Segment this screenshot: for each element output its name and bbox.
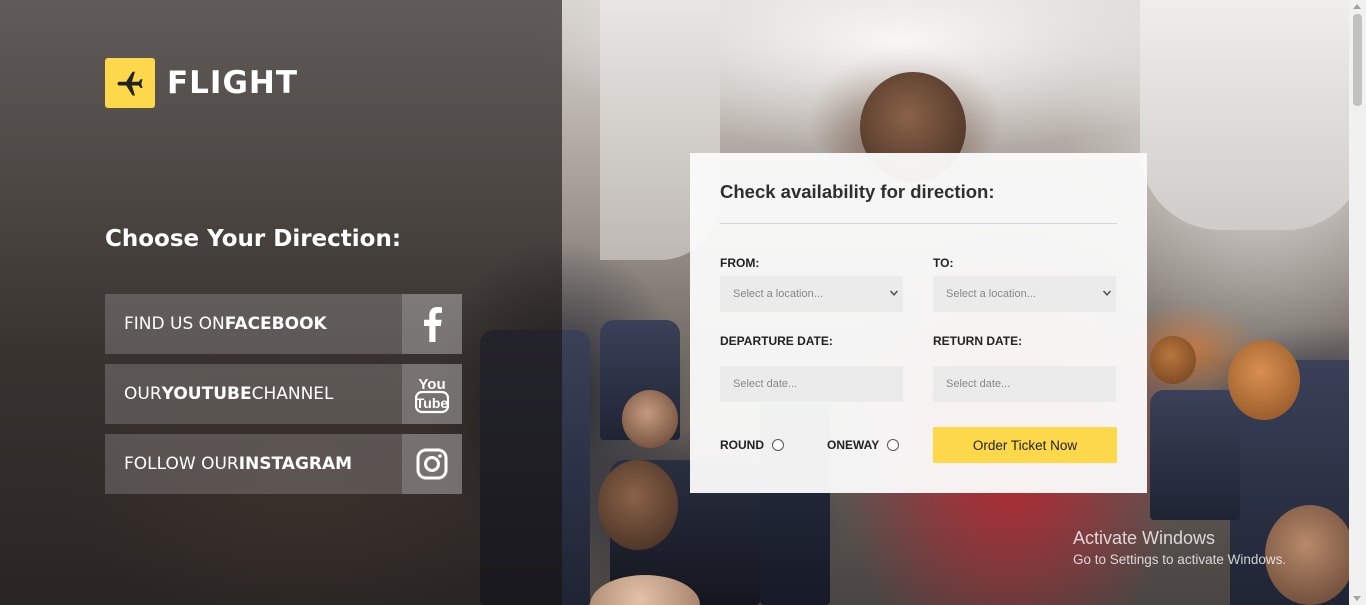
page-scrollbar[interactable] [1349, 0, 1366, 605]
facebook-icon [402, 294, 462, 354]
return-date-input[interactable]: Select date... [933, 366, 1116, 402]
availability-form-card: Check availability for direction: FROM: … [690, 153, 1147, 493]
brand-logo[interactable]: FLIGHT [105, 58, 298, 108]
form-title: Check availability for direction: [720, 181, 995, 202]
youtube-link[interactable]: OUR YOUTUBE CHANNEL You Tube [105, 364, 462, 424]
brand-name: FLIGHT [167, 65, 298, 101]
svg-text:You: You [418, 376, 445, 393]
order-ticket-button[interactable]: Order Ticket Now [933, 427, 1117, 463]
facebook-link[interactable]: FIND US ON FACEBOOK [105, 294, 462, 354]
watermark-subtitle: Go to Settings to activate Windows. [1073, 552, 1287, 567]
from-select-placeholder: Select a location... [733, 288, 823, 300]
to-select[interactable]: Select a location... [933, 276, 1116, 312]
instagram-link-label: FOLLOW OUR INSTAGRAM [105, 434, 402, 494]
oneway-option[interactable]: ONEWAY [827, 438, 900, 452]
departure-date-input[interactable]: Select date... [720, 366, 903, 402]
choose-direction-title: Choose Your Direction: [105, 226, 402, 252]
chevron-down-icon [889, 290, 899, 296]
return-date-label: RETURN DATE: [933, 334, 1023, 348]
oneway-radio[interactable] [887, 439, 900, 451]
facebook-link-label: FIND US ON FACEBOOK [105, 294, 402, 354]
to-select-placeholder: Select a location... [946, 288, 1036, 300]
scroll-down-arrow-icon[interactable] [1353, 596, 1361, 601]
svg-text:Tube: Tube [416, 395, 449, 411]
departure-date-label: DEPARTURE DATE: [720, 334, 833, 348]
instagram-link[interactable]: FOLLOW OUR INSTAGRAM [105, 434, 462, 494]
instagram-icon [402, 434, 462, 494]
windows-activation-watermark: Activate Windows Go to Settings to activ… [1073, 528, 1286, 567]
youtube-link-label: OUR YOUTUBE CHANNEL [105, 364, 402, 424]
form-divider [720, 223, 1117, 224]
from-select[interactable]: Select a location... [720, 276, 903, 312]
airplane-icon [105, 58, 155, 108]
departure-date-placeholder: Select date... [733, 378, 798, 390]
oneway-label: ONEWAY [827, 438, 880, 452]
youtube-icon: You Tube [402, 364, 462, 424]
to-label: TO: [933, 256, 954, 270]
round-trip-option[interactable]: ROUND [720, 438, 784, 452]
scroll-up-arrow-icon[interactable] [1353, 4, 1361, 9]
from-label: FROM: [720, 256, 760, 270]
round-trip-radio[interactable] [772, 439, 784, 451]
scrollbar-thumb[interactable] [1353, 14, 1362, 106]
watermark-title: Activate Windows [1073, 528, 1216, 548]
return-date-placeholder: Select date... [946, 378, 1011, 390]
round-trip-label: ROUND [720, 438, 764, 452]
chevron-down-icon [1102, 290, 1112, 296]
